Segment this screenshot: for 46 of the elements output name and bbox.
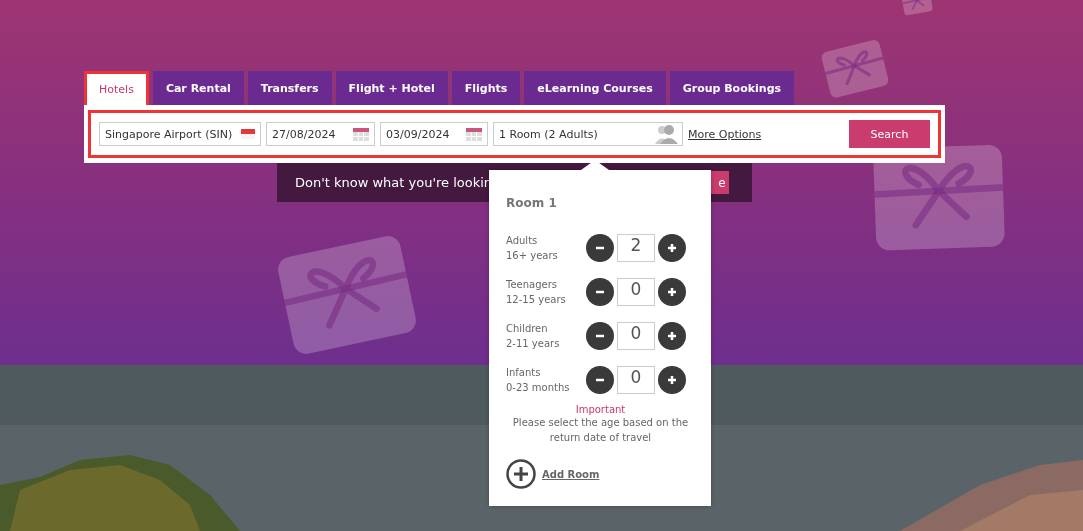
guests-field[interactable]: 1 Room (2 Adults)	[493, 122, 683, 146]
minus-button[interactable]	[586, 366, 614, 394]
minus-button[interactable]	[586, 234, 614, 262]
count-field[interactable]: 2	[617, 234, 655, 262]
add-room-link[interactable]: Add Room	[542, 468, 600, 480]
age-note: Please select the age based on the return date of travel	[511, 416, 690, 445]
tab[interactable]: Transfers	[247, 71, 332, 105]
people-icon	[654, 124, 680, 144]
count-field[interactable]: 0	[617, 366, 655, 394]
destination-field[interactable]: Singapore Airport (SIN)	[99, 122, 261, 146]
add-icon[interactable]	[506, 459, 536, 489]
guest-type-label: Adults	[506, 234, 539, 248]
minus-button[interactable]	[586, 278, 614, 306]
check-in-field[interactable]: 27/08/2024	[266, 122, 375, 146]
calendar-icon[interactable]	[466, 127, 482, 141]
count-field[interactable]: 0	[617, 278, 655, 306]
plus-icon	[665, 373, 679, 387]
age-range-label: 0-23 months	[506, 381, 571, 395]
plus-icon	[665, 241, 679, 255]
plus-icon	[665, 329, 679, 343]
plus-button[interactable]	[658, 366, 686, 394]
flag-icon	[241, 129, 255, 139]
plus-button[interactable]	[658, 234, 686, 262]
age-range-label: 12-15 years	[506, 293, 567, 307]
important-label: Important	[574, 404, 627, 415]
plus-icon	[665, 285, 679, 299]
minus-button[interactable]	[586, 322, 614, 350]
tab[interactable]: Hotels	[84, 71, 149, 105]
plus-button[interactable]	[658, 322, 686, 350]
guest-type-label: Children	[506, 322, 549, 336]
tab[interactable]: Car Rental	[152, 71, 244, 105]
age-range-label: 2-11 years	[506, 337, 561, 351]
check-out-field[interactable]: 03/09/2024	[380, 122, 488, 146]
plus-button[interactable]	[658, 278, 686, 306]
tab[interactable]: Flight + Hotel	[335, 71, 448, 105]
tab[interactable]: eLearning Courses	[524, 71, 666, 105]
tab[interactable]: Group Bookings	[669, 71, 795, 105]
guest-type-label: Infants	[506, 366, 542, 380]
calendar-icon[interactable]	[353, 127, 369, 141]
age-range-label: 16+ years	[506, 249, 559, 263]
tab[interactable]: Flights	[451, 71, 521, 105]
room-title: Room 1	[506, 196, 558, 210]
count-field[interactable]: 0	[617, 322, 655, 350]
guest-type-label: Teenagers	[506, 278, 558, 292]
search-button[interactable]: Search	[849, 120, 930, 148]
more-options-link[interactable]: More Options	[688, 127, 762, 141]
